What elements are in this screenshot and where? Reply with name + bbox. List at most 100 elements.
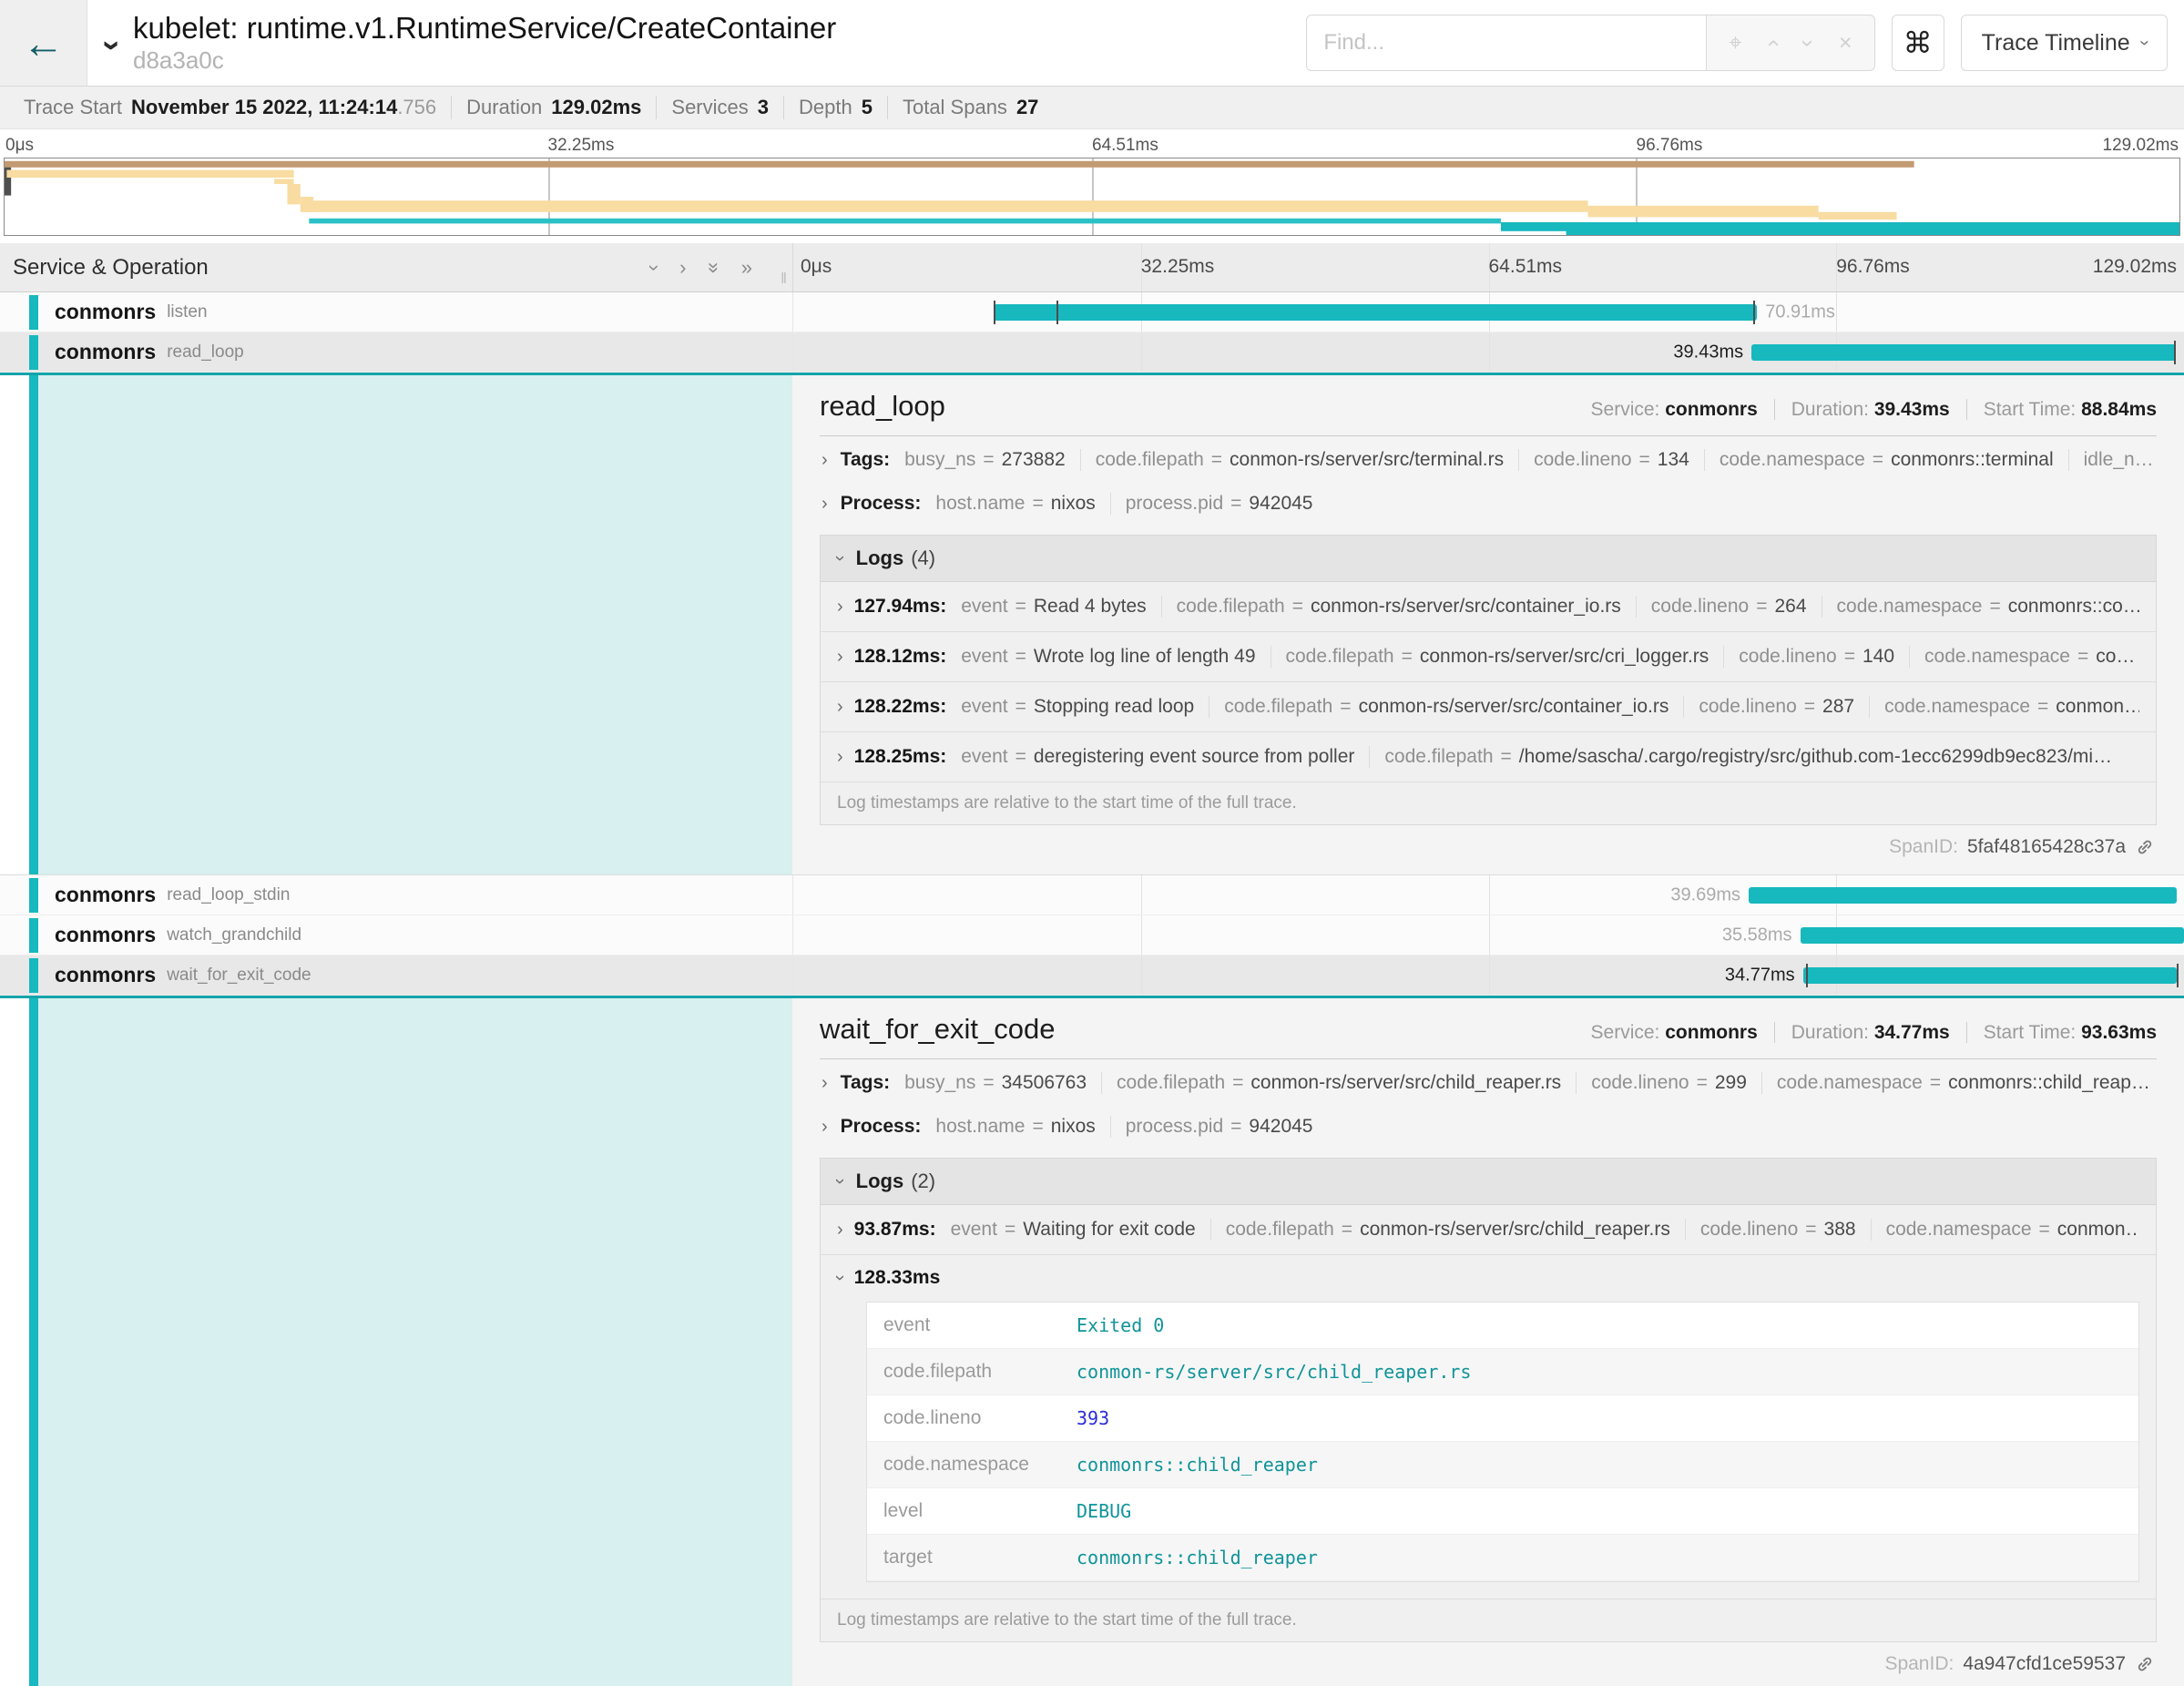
span-bar[interactable]	[1751, 344, 2176, 361]
tags-accordion[interactable]: › Tags: busy_ns=273882code.filepath=conm…	[820, 438, 2157, 482]
logs-header[interactable]: › Logs (4)	[821, 536, 2156, 582]
log-timestamp: 127.94ms:	[854, 596, 947, 618]
log-timestamp: 93.87ms:	[854, 1219, 936, 1241]
column-resizer-handle[interactable]: ‖	[781, 270, 789, 288]
collapse-trace-header-icon[interactable]: ›	[94, 40, 132, 51]
keyboard-shortcuts-button[interactable]: ⌘	[1892, 15, 1944, 71]
axis-gridline	[1489, 332, 1490, 372]
summary-item: Total Spans27	[887, 96, 1053, 119]
summary-label: Trace Start	[24, 96, 122, 118]
log-field: event=Read 4 bytes	[961, 596, 1160, 618]
span-duration-label: 34.77ms	[1717, 965, 1803, 986]
span-timeline-cell[interactable]: 39.69ms	[792, 875, 2184, 915]
span-name-cell[interactable]: conmonrs read_loop_stdin	[0, 875, 792, 915]
match-target-icon[interactable]: ⌖	[1729, 30, 1741, 56]
trace-view-select-button[interactable]: Trace Timeline ›	[1961, 15, 2168, 71]
process-accordion[interactable]: › Process: host.name=nixosprocess.pid=94…	[820, 1105, 2157, 1149]
collapse-all-icon[interactable]: »	[702, 261, 726, 272]
log-marker	[1056, 301, 1058, 324]
span-timeline-cell[interactable]: 35.58ms	[792, 915, 2184, 955]
summary-label: Total Spans	[903, 96, 1007, 118]
log-fields-table: event Exited 0 code.filepath conmon-rs/s…	[866, 1302, 2139, 1582]
logs-label: Logs	[856, 1170, 904, 1193]
copy-link-icon[interactable]	[2135, 837, 2155, 857]
detail-header: read_loop Service: conmonrsDuration: 39.…	[820, 390, 2157, 423]
span-bar[interactable]	[1801, 927, 2184, 944]
span-detail-panel: read_loop Service: conmonrsDuration: 39.…	[0, 373, 2184, 875]
span-id-value: 5faf48165428c37a	[1967, 836, 2126, 858]
log-entry-expanded[interactable]: › 128.33ms event Exited 0 code.filep	[821, 1255, 2156, 1599]
span-bar[interactable]	[1803, 967, 2178, 984]
span-duration-label: 35.58ms	[1714, 925, 1801, 945]
log-field: event=deregistering event source from po…	[961, 746, 1369, 768]
expand-all-icon[interactable]: »	[741, 256, 752, 280]
span-name-cell[interactable]: conmonrs wait_for_exit_code	[0, 955, 792, 995]
next-match-icon[interactable]: ›	[1794, 39, 1821, 46]
span-name-cell[interactable]: conmonrs watch_grandchild	[0, 915, 792, 955]
operation-name: listen	[167, 302, 207, 322]
chevron-down-icon: ›	[831, 1275, 849, 1282]
tags-list: busy_ns=34506763code.filepath=conmon-rs/…	[904, 1072, 2155, 1094]
span-timeline-cell[interactable]: 34.77ms	[792, 955, 2184, 995]
tags-label: Tags:	[841, 449, 890, 471]
summary-value-suffix: .756	[397, 96, 436, 118]
span-name-cell[interactable]: conmonrs listen	[0, 292, 792, 332]
span-row[interactable]: conmonrs read_loop 39.43ms	[0, 332, 2184, 373]
process-list: host.name=nixosprocess.pid=942045	[935, 493, 1327, 515]
log-entry[interactable]: › 128.25ms: event=deregistering event so…	[821, 732, 2156, 782]
log-entry-header[interactable]: › 128.33ms	[837, 1267, 2139, 1289]
clear-search-icon[interactable]: ×	[1839, 30, 1852, 56]
log-marker	[994, 301, 995, 324]
tag-item: code.namespace=conmonrs::child_reap…	[1761, 1072, 2155, 1094]
span-bar[interactable]	[994, 304, 1757, 321]
log-field: code.lineno=388	[1685, 1219, 1871, 1241]
field-value: conmonrs::child_reaper	[1077, 1547, 1318, 1568]
log-field: code.filepath=/home/sascha/.cargo/regist…	[1369, 746, 2127, 768]
trace-summary-bar: Trace StartNovember 15 2022, 11:24:14.75…	[0, 87, 2184, 129]
minimap-canvas[interactable]	[4, 158, 2180, 236]
span-row[interactable]: conmonrs wait_for_exit_code 34.77ms	[0, 955, 2184, 996]
log-fields: event=deregistering event source from po…	[961, 746, 2127, 768]
field-value: 393	[1077, 1407, 1109, 1429]
log-field: event=Stopping read loop	[961, 696, 1209, 718]
log-field-row: code.filepath conmon-rs/server/src/child…	[867, 1349, 2138, 1395]
span-duration-label: 39.43ms	[1665, 342, 1751, 363]
process-accordion[interactable]: › Process: host.name=nixosprocess.pid=94…	[820, 482, 2157, 526]
span-meta: Service: conmonrsDuration: 34.77msStart …	[1591, 1022, 2157, 1044]
tags-accordion[interactable]: › Tags: busy_ns=34506763code.filepath=co…	[820, 1061, 2157, 1105]
log-entry[interactable]: › 128.12ms: event=Wrote log line of leng…	[821, 632, 2156, 682]
previous-match-icon[interactable]: ›	[1760, 39, 1786, 46]
log-timestamp: 128.25ms:	[854, 746, 947, 768]
back-button[interactable]: ←	[0, 0, 87, 86]
field-value: Exited 0	[1077, 1314, 1164, 1336]
expand-one-icon[interactable]: ›	[679, 256, 686, 280]
span-row[interactable]: conmonrs listen 70.91ms	[0, 292, 2184, 332]
minimap-span-bar	[6, 170, 293, 178]
log-entry[interactable]: › 128.22ms: event=Stopping read loopcode…	[821, 682, 2156, 732]
collapse-one-icon[interactable]: ›	[643, 264, 667, 271]
span-detail-title: read_loop	[820, 390, 1591, 423]
back-arrow-icon: ←	[23, 19, 65, 66]
span-timeline-cell[interactable]: 39.43ms	[792, 332, 2184, 372]
trace-id: d8a3a0c	[133, 46, 836, 75]
log-field-row: code.namespace conmonrs::child_reaper	[867, 1442, 2138, 1488]
span-id-row: SpanID: 5faf48165428c37a	[820, 825, 2157, 867]
log-field: code.lineno=264	[1636, 596, 1822, 618]
title-block: kubelet: runtime.v1.RuntimeService/Creat…	[133, 11, 836, 76]
span-bar[interactable]	[1749, 887, 2177, 904]
detail-gutter-strip	[0, 375, 29, 874]
span-timeline-cell[interactable]: 70.91ms	[792, 292, 2184, 332]
span-name-cell[interactable]: conmonrs read_loop	[0, 332, 792, 372]
operation-name: read_loop	[167, 342, 244, 363]
summary-label: Services	[671, 96, 748, 118]
span-row[interactable]: conmonrs read_loop_stdin 39.69ms	[0, 875, 2184, 915]
span-row[interactable]: conmonrs watch_grandchild 35.58ms	[0, 915, 2184, 955]
log-entry[interactable]: › 93.87ms: event=Waiting for exit codeco…	[821, 1205, 2156, 1255]
logs-header[interactable]: › Logs (2)	[821, 1159, 2156, 1205]
search-input[interactable]	[1306, 15, 1707, 71]
service-color-bar	[29, 878, 38, 913]
log-entry[interactable]: › 127.94ms: event=Read 4 bytescode.filep…	[821, 582, 2156, 632]
copy-link-icon[interactable]	[2135, 1654, 2155, 1674]
log-field: code.filepath=conmon-rs/server/src/cri_l…	[1271, 646, 1724, 668]
span-id-label: SpanID:	[1889, 836, 1958, 858]
